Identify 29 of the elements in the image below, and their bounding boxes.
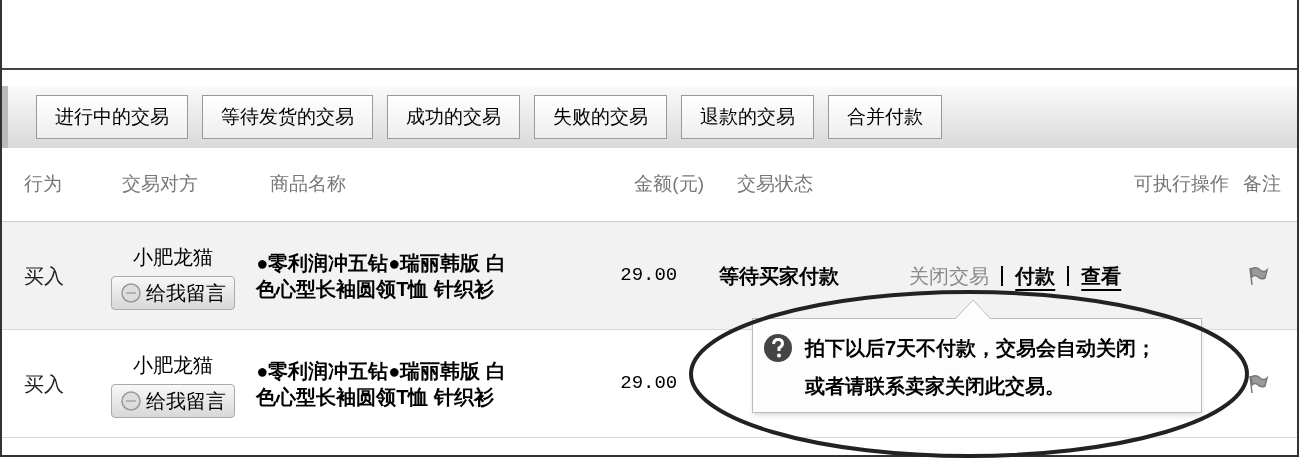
help-icon <box>763 333 793 363</box>
table-cell-text: 29.00 <box>619 263 678 289</box>
operation-link[interactable]: 付款 <box>1015 260 1056 291</box>
table-cell-text: 等待买家付款 <box>719 263 841 289</box>
table-cell-text: 小肥龙猫 <box>132 244 213 270</box>
column-header: 商品名称 <box>269 172 347 197</box>
column-header: 交易状态 <box>737 172 813 197</box>
flag-icon[interactable] <box>1247 373 1269 394</box>
table-cell-text: 29.00 <box>619 371 678 397</box>
column-header: 交易对方 <box>121 172 199 197</box>
column-header: 备注 <box>1243 172 1281 197</box>
tab[interactable]: 退款的交易 <box>681 95 814 139</box>
tab[interactable]: 成功的交易 <box>387 95 520 139</box>
tab[interactable]: 失败的交易 <box>534 95 667 139</box>
table-cell-text: 买入 <box>24 371 65 397</box>
column-header: 金额(元) <box>633 172 704 197</box>
table-cell-text: 小肥龙猫 <box>132 352 213 378</box>
table-cell-text: 买入 <box>24 263 65 289</box>
tooltip-text: 拍下以后7天不付款，交易会自动关闭；或者请联系卖家关闭此交易。 <box>805 336 1158 399</box>
message-button[interactable]: 给我留言 <box>110 383 235 418</box>
message-button[interactable]: 给我留言 <box>110 275 235 310</box>
column-header: 可执行操作 <box>1134 172 1229 197</box>
column-header: 行为 <box>23 172 63 197</box>
tab[interactable]: 合并付款 <box>828 95 942 139</box>
operation-link[interactable]: 查看 <box>1081 260 1122 291</box>
tab[interactable]: 进行中的交易 <box>36 95 188 139</box>
table-cell-text: ●零利润冲五钻●瑞丽韩版 白色心型长袖圆领T恤 针织衫 <box>256 250 507 302</box>
tab[interactable]: 等待发货的交易 <box>202 95 373 139</box>
table-cell-text: ●零利润冲五钻●瑞丽韩版 白色心型长袖圆领T恤 针织衫 <box>256 358 507 410</box>
